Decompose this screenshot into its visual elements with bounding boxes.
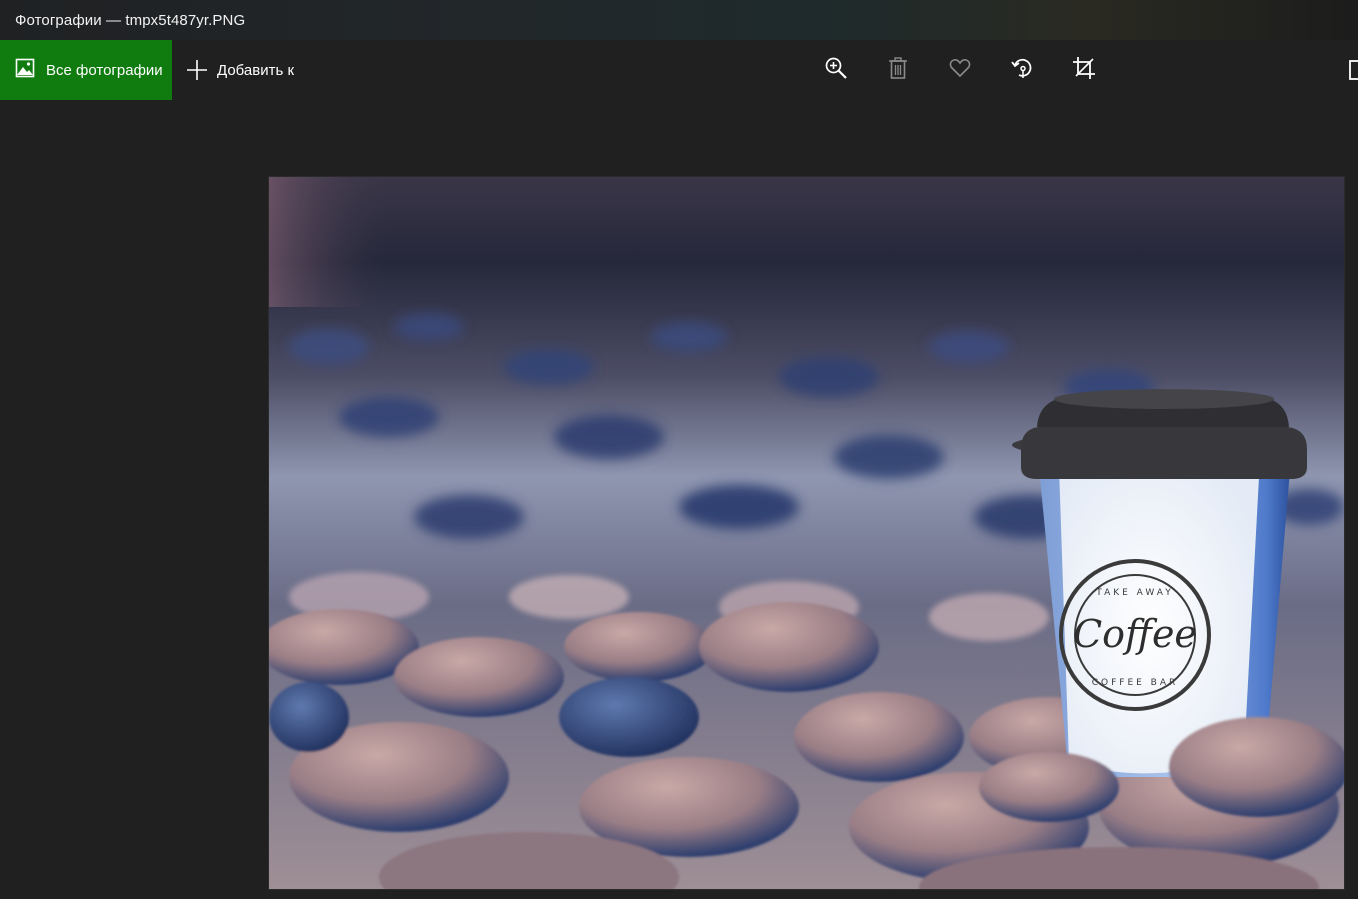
overflow-edge-icon[interactable] (1348, 53, 1358, 87)
crop-icon (1072, 56, 1096, 85)
delete-button[interactable] (881, 53, 915, 87)
all-photos-button[interactable]: Все фотографии (0, 40, 172, 100)
plus-icon (186, 59, 217, 81)
zoom-button[interactable] (819, 53, 853, 87)
heart-icon (948, 56, 972, 85)
favorite-button[interactable] (943, 53, 977, 87)
rotate-icon (1010, 56, 1034, 85)
zoom-in-icon (824, 56, 848, 85)
crop-button[interactable] (1067, 53, 1101, 87)
photo-viewport: Coffee TAKE AWAY COFFEE BAR (0, 100, 1358, 899)
photo[interactable]: Coffee TAKE AWAY COFFEE BAR (268, 176, 1345, 890)
image-icon (15, 58, 35, 83)
trash-icon (886, 56, 910, 85)
rotate-button[interactable] (1005, 53, 1039, 87)
add-to-button[interactable]: Добавить к (172, 40, 308, 100)
photo-image: Coffee TAKE AWAY COFFEE BAR (269, 177, 1344, 889)
cup-logo-text: Coffee (1073, 612, 1197, 656)
title-bar: Фотографии — tmpx5t487yr.PNG (0, 0, 1358, 40)
add-to-label: Добавить к (217, 61, 295, 79)
all-photos-label: Все фотографии (46, 61, 163, 79)
window-title: Фотографии — tmpx5t487yr.PNG (15, 11, 246, 29)
cup-logo-top-text: TAKE AWAY (1095, 588, 1173, 598)
toolbar: Все фотографии Добавить к (0, 40, 1358, 100)
cup-logo-bottom-text: COFFEE BAR (1092, 678, 1179, 688)
